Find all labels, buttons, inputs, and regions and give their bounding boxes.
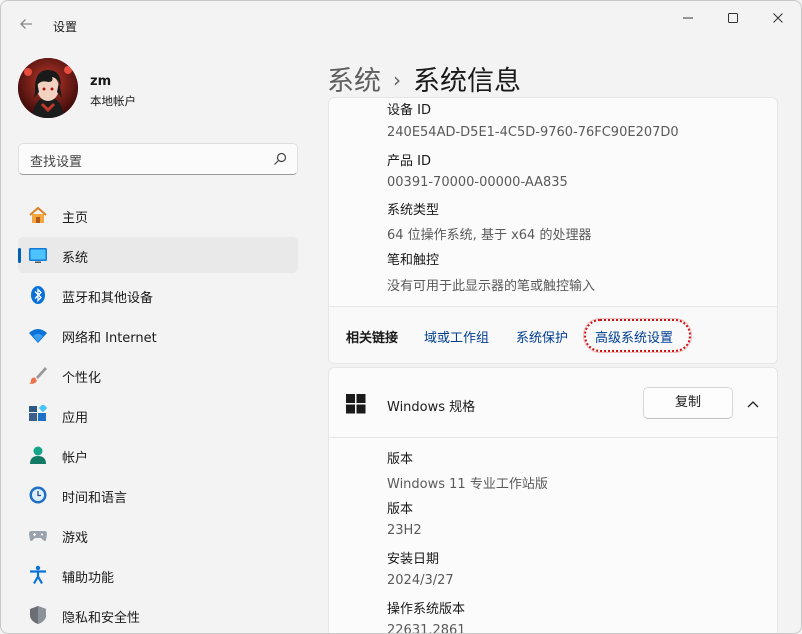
sidebar-item-network[interactable]: 网络和 Internet bbox=[18, 317, 298, 353]
back-button[interactable] bbox=[15, 15, 37, 37]
apps-icon bbox=[29, 405, 48, 421]
sidebar-item-home[interactable]: 主页 bbox=[18, 197, 298, 233]
breadcrumb: 系统 › 系统信息 bbox=[327, 59, 521, 98]
spec-label: 安装日期 bbox=[387, 552, 440, 567]
system-icon bbox=[29, 248, 47, 263]
sidebar-item-label: 隐私和安全性 bbox=[62, 611, 141, 626]
spec-value: 23H2 bbox=[387, 523, 422, 538]
sidebar-item-system[interactable]: 系统 bbox=[18, 237, 298, 273]
sidebar-item-label: 帐户 bbox=[62, 451, 89, 466]
spec-label: 产品 ID bbox=[387, 154, 431, 169]
minimize-button[interactable] bbox=[665, 9, 711, 29]
minimize-icon bbox=[683, 17, 693, 19]
spec-label: 版本 bbox=[387, 452, 414, 467]
page-title: 系统信息 bbox=[413, 66, 521, 97]
avatar bbox=[18, 58, 78, 118]
search-input[interactable]: 查找设置 bbox=[18, 143, 298, 175]
spec-label: 版本 bbox=[387, 502, 414, 517]
sidebar-item-label: 个性化 bbox=[62, 371, 102, 386]
sidebar-item-label: 系统 bbox=[62, 251, 89, 266]
sidebar-item-label: 应用 bbox=[62, 411, 89, 426]
spec-value: Windows 11 专业工作站版 bbox=[387, 477, 548, 492]
copy-button[interactable]: 复制 bbox=[643, 387, 733, 419]
related-links-title: 相关链接 bbox=[346, 331, 399, 346]
spec-label: 笔和触控 bbox=[387, 253, 440, 268]
system-protection-link[interactable]: 系统保护 bbox=[516, 327, 568, 346]
app-title: 设置 bbox=[53, 20, 78, 34]
sidebar-item-bluetooth[interactable]: 蓝牙和其他设备 bbox=[18, 277, 298, 313]
sidebar-item-privacy[interactable]: 隐私和安全性 bbox=[18, 597, 298, 633]
chevron-up-icon[interactable] bbox=[743, 394, 763, 414]
settings-window: 设置 zm 本地帐户 查找设置 主页 系统 蓝牙和其他设备 网络和 Intern… bbox=[0, 0, 802, 634]
search-placeholder: 查找设置 bbox=[30, 155, 83, 170]
spec-label: 设备 ID bbox=[387, 103, 431, 118]
spec-value: 64 位操作系统, 基于 x64 的处理器 bbox=[387, 228, 592, 243]
brush-icon bbox=[29, 367, 47, 384]
bluetooth-icon bbox=[31, 286, 45, 304]
related-links-row: 相关链接 域或工作组 系统保护 高级系统设置 bbox=[329, 306, 777, 363]
sidebar-item-personalization[interactable]: 个性化 bbox=[18, 357, 298, 393]
sidebar-item-label: 蓝牙和其他设备 bbox=[62, 291, 154, 306]
accessibility-icon bbox=[30, 565, 46, 585]
breadcrumb-parent[interactable]: 系统 bbox=[327, 66, 381, 97]
sidebar-item-label: 辅助功能 bbox=[62, 571, 115, 586]
gaming-icon bbox=[29, 531, 47, 541]
time-language-icon bbox=[29, 486, 47, 504]
account-type: 本地帐户 bbox=[90, 94, 136, 108]
windows-specs-title: Windows 规格 bbox=[387, 400, 476, 415]
sidebar-item-gaming[interactable]: 游戏 bbox=[18, 517, 298, 553]
sidebar-item-time-language[interactable]: 时间和语言 bbox=[18, 477, 298, 513]
spec-value: 2024/3/27 bbox=[387, 573, 454, 588]
domain-workgroup-link[interactable]: 域或工作组 bbox=[424, 327, 489, 346]
shield-icon bbox=[30, 606, 46, 624]
sidebar-item-label: 游戏 bbox=[62, 531, 89, 546]
maximize-button[interactable] bbox=[710, 9, 756, 29]
highlight-annotation bbox=[584, 319, 691, 352]
spec-value: 240E54AD-D5E1-4C5D-9760-76FC90E207D0 bbox=[387, 125, 679, 140]
windows-specs-card: Windows 规格 复制 版本 Windows 11 专业工作站版 版本 23… bbox=[328, 367, 778, 634]
sidebar-item-label: 主页 bbox=[62, 211, 89, 226]
spec-value: 22631.2861 bbox=[387, 623, 466, 634]
home-icon bbox=[29, 206, 47, 223]
sidebar-item-label: 时间和语言 bbox=[62, 491, 128, 506]
sidebar-item-apps[interactable]: 应用 bbox=[18, 397, 298, 433]
maximize-icon bbox=[728, 13, 738, 23]
device-specs-card: 设备 ID 240E54AD-D5E1-4C5D-9760-76FC90E207… bbox=[328, 97, 778, 364]
breadcrumb-separator: › bbox=[393, 68, 401, 92]
close-icon bbox=[773, 13, 783, 23]
search-icon bbox=[274, 152, 287, 165]
close-button[interactable] bbox=[755, 9, 801, 29]
spec-value: 没有可用于此显示器的笔或触控输入 bbox=[387, 279, 596, 294]
sidebar-item-accessibility[interactable]: 辅助功能 bbox=[18, 557, 298, 593]
username: zm bbox=[90, 74, 112, 89]
windows-logo-icon bbox=[346, 394, 366, 414]
sidebar-item-accounts[interactable]: 帐户 bbox=[18, 437, 298, 473]
windows-specs-header[interactable]: Windows 规格 复制 bbox=[329, 368, 777, 438]
spec-value: 00391-70000-00000-AA835 bbox=[387, 175, 568, 190]
sidebar-item-label: 网络和 Internet bbox=[62, 331, 157, 346]
title-bar: 设置 bbox=[1, 1, 801, 51]
account-icon bbox=[30, 446, 46, 464]
spec-label: 操作系统版本 bbox=[387, 602, 466, 617]
wifi-icon bbox=[29, 329, 47, 343]
spec-label: 系统类型 bbox=[387, 203, 440, 218]
sidebar-nav: 主页 系统 蓝牙和其他设备 网络和 Internet 个性化 应用 帐户 时间和… bbox=[18, 197, 298, 633]
back-arrow-icon bbox=[20, 19, 32, 29]
